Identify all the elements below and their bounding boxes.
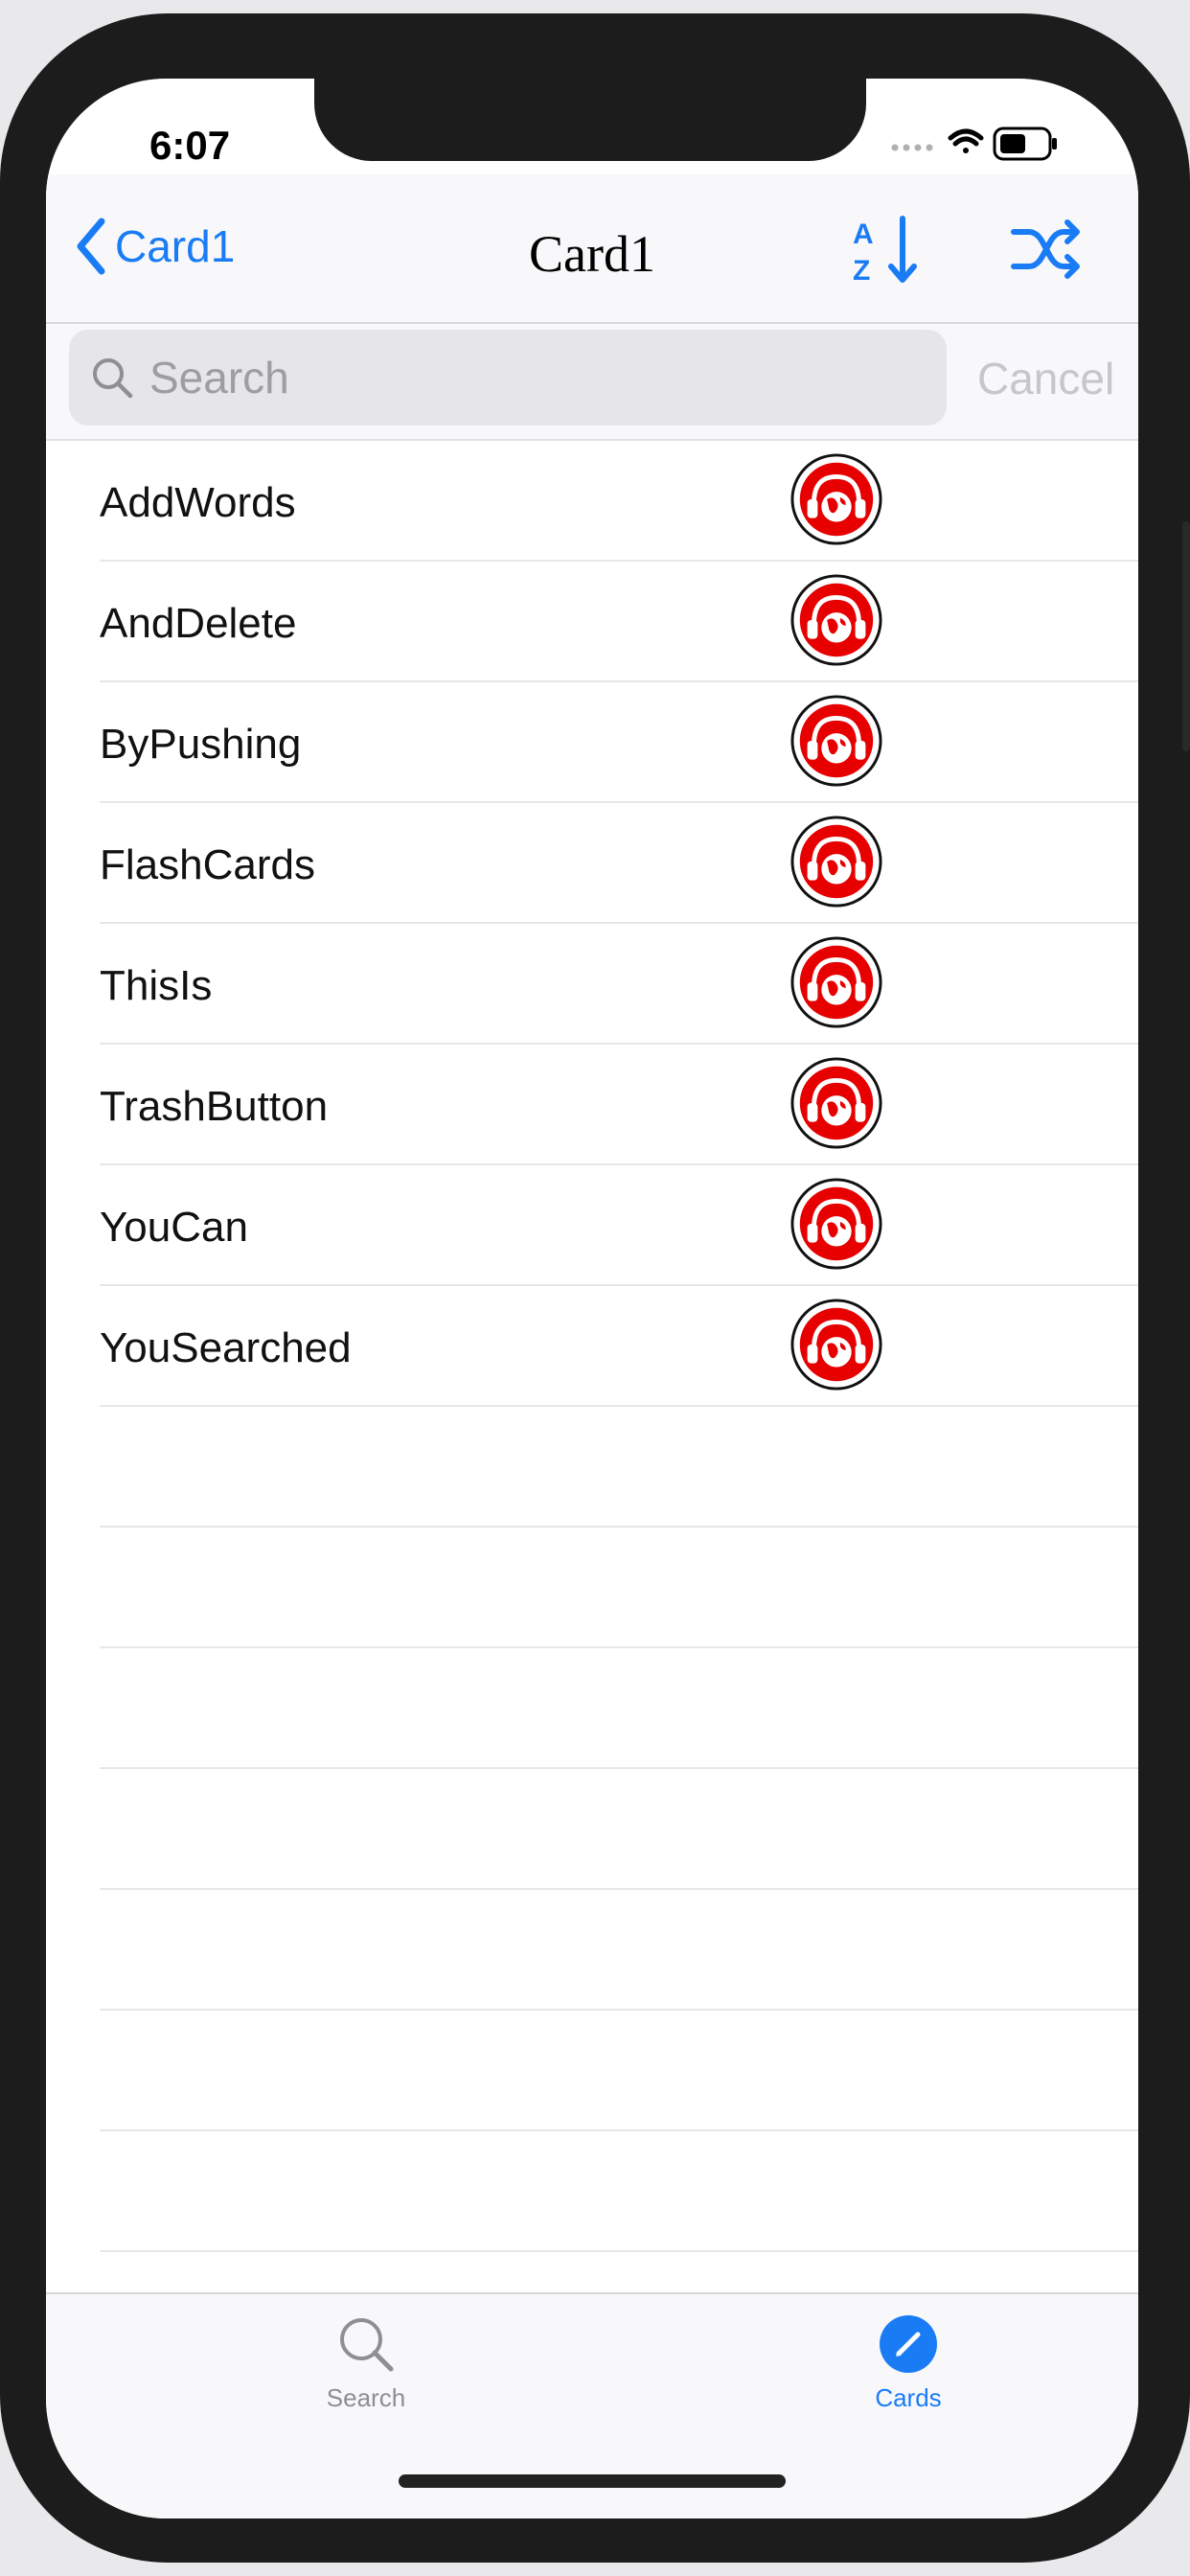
word-label: TrashButton: [100, 1083, 329, 1130]
list-item[interactable]: FlashCards: [100, 803, 1138, 924]
cancel-button[interactable]: Cancel: [977, 353, 1114, 404]
list-item[interactable]: ThisIs: [100, 924, 1138, 1045]
empty-row: [100, 1890, 1138, 2011]
empty-row: [100, 1528, 1138, 1648]
pencil-circle-icon: [880, 2315, 937, 2373]
search-field[interactable]: [69, 330, 947, 426]
shuffle-button[interactable]: [1008, 211, 1085, 288]
audio-globe-icon[interactable]: [790, 1298, 883, 1392]
sort-az-button[interactable]: A Z: [849, 211, 926, 288]
search-input[interactable]: [148, 351, 918, 404]
magnifier-icon: [340, 2318, 394, 2372]
search-bar: Cancel: [46, 324, 1138, 441]
list-item[interactable]: YouCan: [100, 1165, 1138, 1286]
tab-cards-label: Cards: [875, 2383, 942, 2412]
audio-globe-icon[interactable]: [790, 452, 883, 546]
status-icons: [887, 121, 1088, 169]
list-item[interactable]: AndDelete: [100, 562, 1138, 682]
svg-text:Z: Z: [853, 255, 870, 287]
list-item[interactable]: YouSearched: [100, 1286, 1138, 1407]
home-indicator: [399, 2474, 786, 2488]
cellular-signal-icon: [891, 144, 933, 151]
tab-search-label: Search: [326, 2383, 406, 2412]
audio-globe-icon[interactable]: [790, 1177, 883, 1271]
device-frame: 6:07 Card1 Card1 A Z Search Cancel AddWo…: [0, 13, 1190, 2563]
status-time: 6:07: [149, 123, 231, 168]
list-item[interactable]: TrashButton: [100, 1045, 1138, 1165]
battery-icon: [993, 126, 1057, 161]
notch: [314, 79, 866, 161]
list-item[interactable]: ByPushing: [100, 682, 1138, 803]
sort-az-icon: A Z: [853, 216, 917, 287]
word-label: YouCan: [100, 1204, 248, 1251]
word-label: ThisIs: [100, 962, 213, 1009]
word-label: AddWords: [100, 479, 296, 526]
word-label: YouSearched: [100, 1324, 352, 1371]
list-item[interactable]: AddWords: [100, 441, 1138, 562]
audio-globe-icon[interactable]: [790, 1056, 883, 1150]
page-title: Card1: [529, 225, 655, 283]
audio-globe-icon[interactable]: [790, 694, 883, 788]
shuffle-icon: [1011, 219, 1080, 279]
side-button: [1182, 521, 1190, 751]
audio-globe-icon[interactable]: [790, 815, 883, 908]
empty-row: [100, 1648, 1138, 1769]
empty-row: [100, 1407, 1138, 1528]
tab-search[interactable]: Search: [270, 2313, 462, 2413]
audio-globe-icon[interactable]: [790, 573, 883, 667]
wifi-icon: [948, 128, 984, 153]
svg-text:A: A: [853, 218, 874, 250]
word-label: ByPushing: [100, 721, 302, 768]
empty-row: [100, 2011, 1138, 2131]
search-icon: [93, 358, 133, 399]
navigation-bar: Card1 Card1 A Z: [46, 174, 1138, 324]
tab-cards[interactable]: Cards: [812, 2313, 1004, 2413]
audio-globe-icon[interactable]: [790, 935, 883, 1029]
word-label: AndDelete: [100, 600, 297, 647]
word-label: FlashCards: [100, 841, 315, 888]
empty-row: [100, 2131, 1138, 2252]
empty-row: [100, 1769, 1138, 1890]
word-list: AddWords AndDelete ByPushing FlashCards …: [46, 441, 1138, 2252]
screen: 6:07 Card1 Card1 A Z Search Cancel AddWo…: [46, 79, 1138, 2518]
